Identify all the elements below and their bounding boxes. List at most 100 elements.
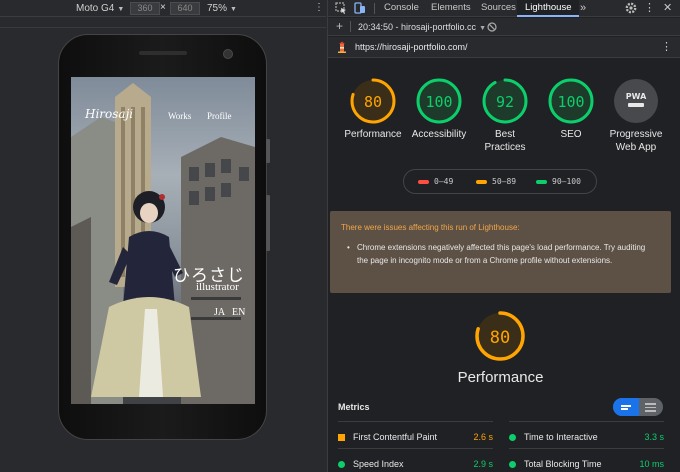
gauge-ring: 100 (416, 78, 462, 124)
average-square-icon (338, 434, 345, 441)
kebab-menu-icon[interactable]: ⋮ (314, 2, 324, 13)
metric-name: Total Blocking Time (524, 459, 602, 469)
expanded-view-icon-line (645, 406, 656, 408)
metric-value: 3.3 s (644, 432, 664, 442)
gauge-score: 80 (364, 93, 382, 111)
gauge-accessibility[interactable]: 100 Accessibility (404, 78, 474, 141)
language-ja[interactable]: JA (214, 307, 225, 318)
warning-title: There were issues affecting this run of … (341, 223, 520, 232)
gauge-ring: 80 (350, 78, 396, 124)
tab-lighthouse[interactable]: Lighthouse (517, 0, 580, 17)
pass-circle-icon (509, 461, 516, 468)
settings-gear-icon[interactable] (624, 1, 638, 15)
gauge-label: Best Practices (484, 129, 526, 153)
gauge-score: 92 (496, 93, 514, 111)
expanded-view-icon (645, 403, 656, 405)
gauge-score: 100 (425, 93, 452, 111)
gauge-label-pwa: Progressive Web App (609, 129, 663, 153)
tab-elements[interactable]: Elements (431, 0, 471, 17)
compact-view-icon-line (621, 408, 628, 410)
score-legend: 0–49 50–89 90–100 (403, 169, 597, 194)
metrics-title: Metrics (338, 402, 370, 412)
metrics-view-toggle[interactable] (613, 398, 663, 416)
gauge-seo[interactable]: 100 SEO (536, 78, 606, 141)
tab-sources[interactable]: Sources (481, 0, 516, 17)
dimension-separator: × (160, 2, 166, 13)
site-logo[interactable]: Hirosaji (85, 107, 133, 121)
width-input[interactable]: 360 (130, 2, 160, 15)
website-preview: Hirosaji Works Profile ひろさじ illustrator … (71, 77, 255, 404)
metric-value: 2.9 s (473, 459, 493, 469)
device-toolbar: Moto G4 ▼ 360 × 640 75% ▼ ⋮ (0, 0, 326, 17)
metrics-divider (509, 421, 664, 422)
gauge-ring: 100 (548, 78, 594, 124)
site-subtitle: illustrator (196, 281, 239, 293)
gauge-best-practices[interactable]: 92 Best Practices (470, 78, 540, 154)
lighthouse-toolbar: + 20:34:50 - hirosaji-portfolio.cc ▼ (328, 18, 680, 36)
runtime-warning: There were issues affecting this run of … (330, 211, 671, 293)
nav-link-works[interactable]: Works (168, 111, 191, 121)
metric-name: First Contentful Paint (353, 432, 438, 442)
metrics-divider (509, 448, 664, 449)
warning-item: Chrome extensions negatively affected th… (347, 241, 647, 267)
gauge-label: Accessibility (411, 129, 467, 140)
gauge-performance[interactable]: 80 Performance (338, 78, 408, 141)
report-url[interactable]: https://hirosaji-portfolio.com/ (355, 42, 468, 52)
gauge-ring: 92 (482, 78, 528, 124)
pwa-badge-icon: PWA (614, 79, 658, 123)
height-input[interactable]: 640 (170, 2, 200, 15)
gauge-pwa[interactable]: PWA Progressive Web App (601, 78, 671, 154)
new-report-icon[interactable]: + (336, 19, 343, 33)
legend-fail-swatch (418, 179, 429, 184)
legend-pass: 90–100 (536, 177, 581, 186)
report-url-bar: https://hirosaji-portfolio.com/ ⋮ (328, 37, 680, 58)
nav-link-profile[interactable]: Profile (207, 111, 232, 121)
media-query-ruler (0, 18, 326, 28)
metrics-divider (338, 421, 493, 422)
report-menu-icon[interactable]: ⋮ (661, 40, 672, 53)
compact-view-icon (621, 405, 631, 407)
devtools-tabbar: Console Elements Sources Lighthouse » ⋮ … (328, 0, 680, 17)
toggle-compact-view[interactable] (613, 398, 639, 416)
pass-circle-icon (338, 461, 345, 468)
category-score: 80 (490, 328, 510, 348)
legend-average: 50–89 (476, 177, 516, 186)
language-en[interactable]: EN (232, 307, 245, 318)
category-title: Performance (457, 369, 544, 386)
gauge-label: SEO (560, 129, 582, 140)
inspect-element-icon[interactable] (334, 1, 348, 15)
legend-pass-swatch (536, 179, 547, 184)
clear-reports-icon[interactable] (487, 22, 497, 32)
expanded-view-icon-line (645, 410, 656, 412)
device-select[interactable]: Moto G4 ▼ (76, 3, 124, 14)
lighthouse-logo-icon (338, 41, 346, 53)
more-tabs-icon[interactable]: » (580, 0, 586, 17)
lighthouse-report: 80 Performance 100 Accessibility 92 Best… (328, 58, 680, 472)
toolbar-separator (350, 21, 351, 32)
phone-power-button (266, 139, 270, 163)
tab-console[interactable]: Console (384, 0, 419, 17)
devtools-pane: Console Elements Sources Lighthouse » ⋮ … (327, 0, 680, 472)
background-illustration (71, 83, 255, 404)
phone-camera (223, 49, 233, 59)
zoom-select[interactable]: 75% ▼ (207, 3, 237, 14)
legend-fail: 0–49 (418, 177, 453, 186)
phone-volume-button (266, 195, 270, 251)
report-selector[interactable]: 20:34:50 - hirosaji-portfolio.cc ▼ (358, 22, 486, 32)
metric-value: 10 ms (639, 459, 664, 469)
pass-circle-icon (509, 434, 516, 441)
phone-speaker (139, 51, 187, 55)
device-emulation-pane: Moto G4 ▼ 360 × 640 75% ▼ ⋮ Hirosaji Wor… (0, 0, 326, 472)
tab-separator (374, 3, 375, 14)
pwa-badge-text: PWA (626, 92, 647, 101)
close-devtools-icon[interactable]: ✕ (663, 0, 672, 17)
metric-name: Time to Interactive (524, 432, 598, 442)
device-toolbar-icon[interactable] (353, 1, 367, 15)
gauge-label: Performance (344, 129, 402, 140)
metric-name: Speed Index (353, 459, 404, 469)
customize-menu-icon[interactable]: ⋮ (644, 0, 655, 17)
metrics-divider (338, 448, 493, 449)
gauge-score: 100 (557, 93, 584, 111)
legend-average-swatch (476, 179, 487, 184)
category-performance-gauge: 80 (475, 311, 525, 361)
